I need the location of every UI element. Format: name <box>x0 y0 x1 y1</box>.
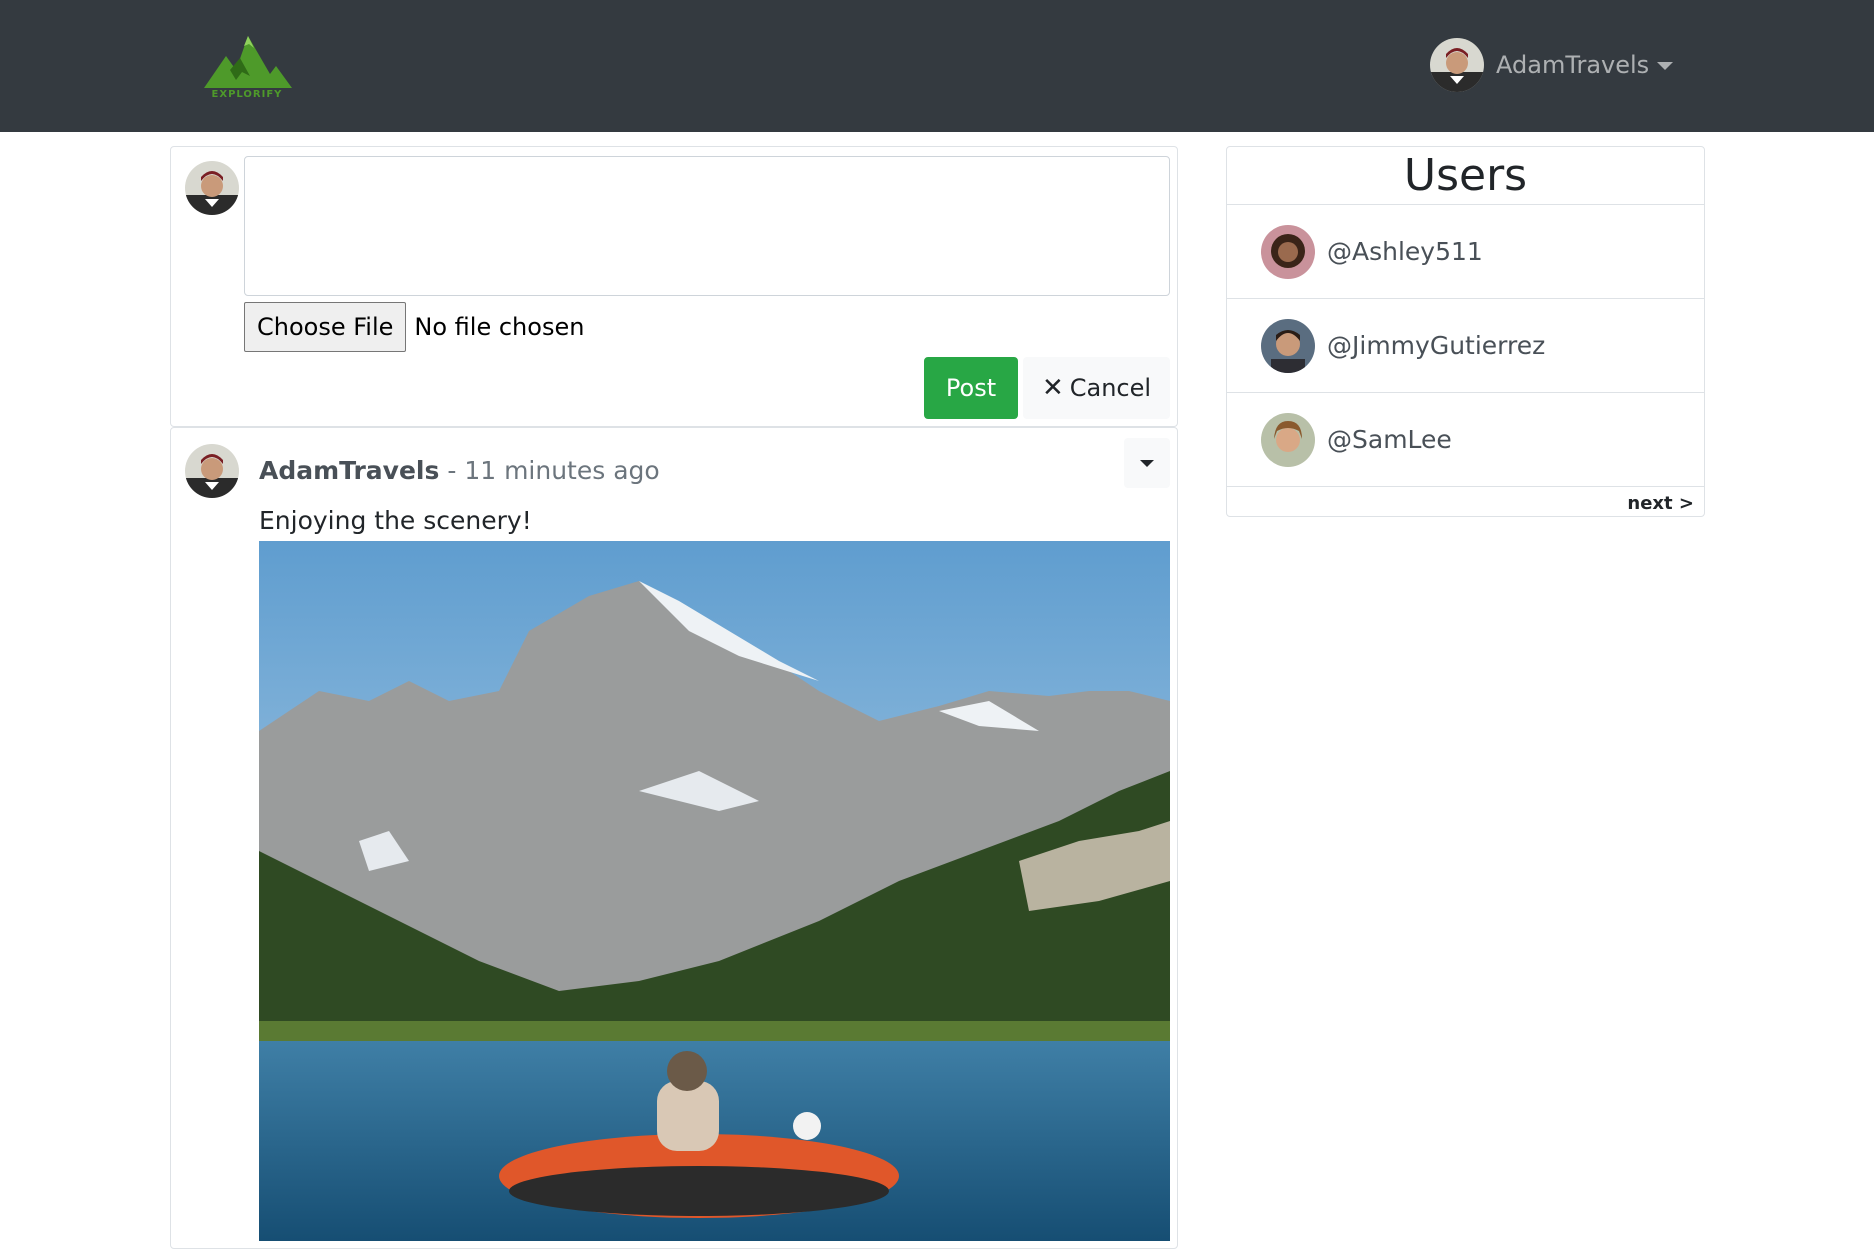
post-button[interactable]: Post <box>924 357 1018 419</box>
post-image <box>259 541 1170 1241</box>
navbar: EXPLORIFY AdamTravels <box>0 0 1874 132</box>
file-status: No file chosen <box>414 313 585 341</box>
post-textarea[interactable] <box>244 156 1170 296</box>
mountain-icon <box>204 36 292 88</box>
post-caption: Enjoying the scenery! <box>259 506 532 535</box>
logo[interactable]: EXPLORIFY <box>200 32 294 100</box>
post-author[interactable]: AdamTravels <box>259 456 439 485</box>
avatar <box>185 161 239 215</box>
avatar <box>1261 412 1315 467</box>
nav-username: AdamTravels <box>1496 51 1650 79</box>
cancel-label: Cancel <box>1069 374 1152 402</box>
next-page-link[interactable]: next > <box>1627 493 1694 514</box>
user-handle: @Ashley511 <box>1327 237 1483 266</box>
users-panel: Users @Ashley511 @JimmyGutierrez @SamLee… <box>1226 146 1705 517</box>
user-list-item[interactable]: @SamLee <box>1227 393 1704 487</box>
file-input[interactable]: Choose File No file chosen <box>244 302 584 352</box>
chevron-down-icon <box>1140 459 1154 467</box>
post-composer: Choose File No file chosen Post ✕ Cancel <box>170 146 1178 427</box>
users-title: Users <box>1227 147 1704 205</box>
user-handle: @JimmyGutierrez <box>1327 331 1546 360</box>
user-menu-dropdown[interactable]: AdamTravels <box>1430 38 1674 92</box>
chevron-down-icon <box>1657 62 1674 70</box>
avatar <box>1261 224 1315 279</box>
choose-file-button[interactable]: Choose File <box>244 302 407 352</box>
avatar[interactable] <box>185 444 239 498</box>
avatar <box>1261 318 1315 373</box>
post-timestamp: 11 minutes ago <box>464 456 660 485</box>
post-separator: - <box>447 456 457 485</box>
avatar <box>1430 38 1484 92</box>
post-card: AdamTravels - 11 minutes ago Enjoying th… <box>170 427 1178 1249</box>
user-handle: @SamLee <box>1327 425 1452 454</box>
close-icon: ✕ <box>1041 373 1064 403</box>
user-list-item[interactable]: @JimmyGutierrez <box>1227 299 1704 393</box>
post-options-button[interactable] <box>1124 438 1170 488</box>
logo-text: EXPLORIFY <box>211 89 283 100</box>
post-meta: AdamTravels - 11 minutes ago <box>259 454 660 488</box>
user-list-item[interactable]: @Ashley511 <box>1227 205 1704 299</box>
cancel-button[interactable]: ✕ Cancel <box>1023 357 1170 419</box>
